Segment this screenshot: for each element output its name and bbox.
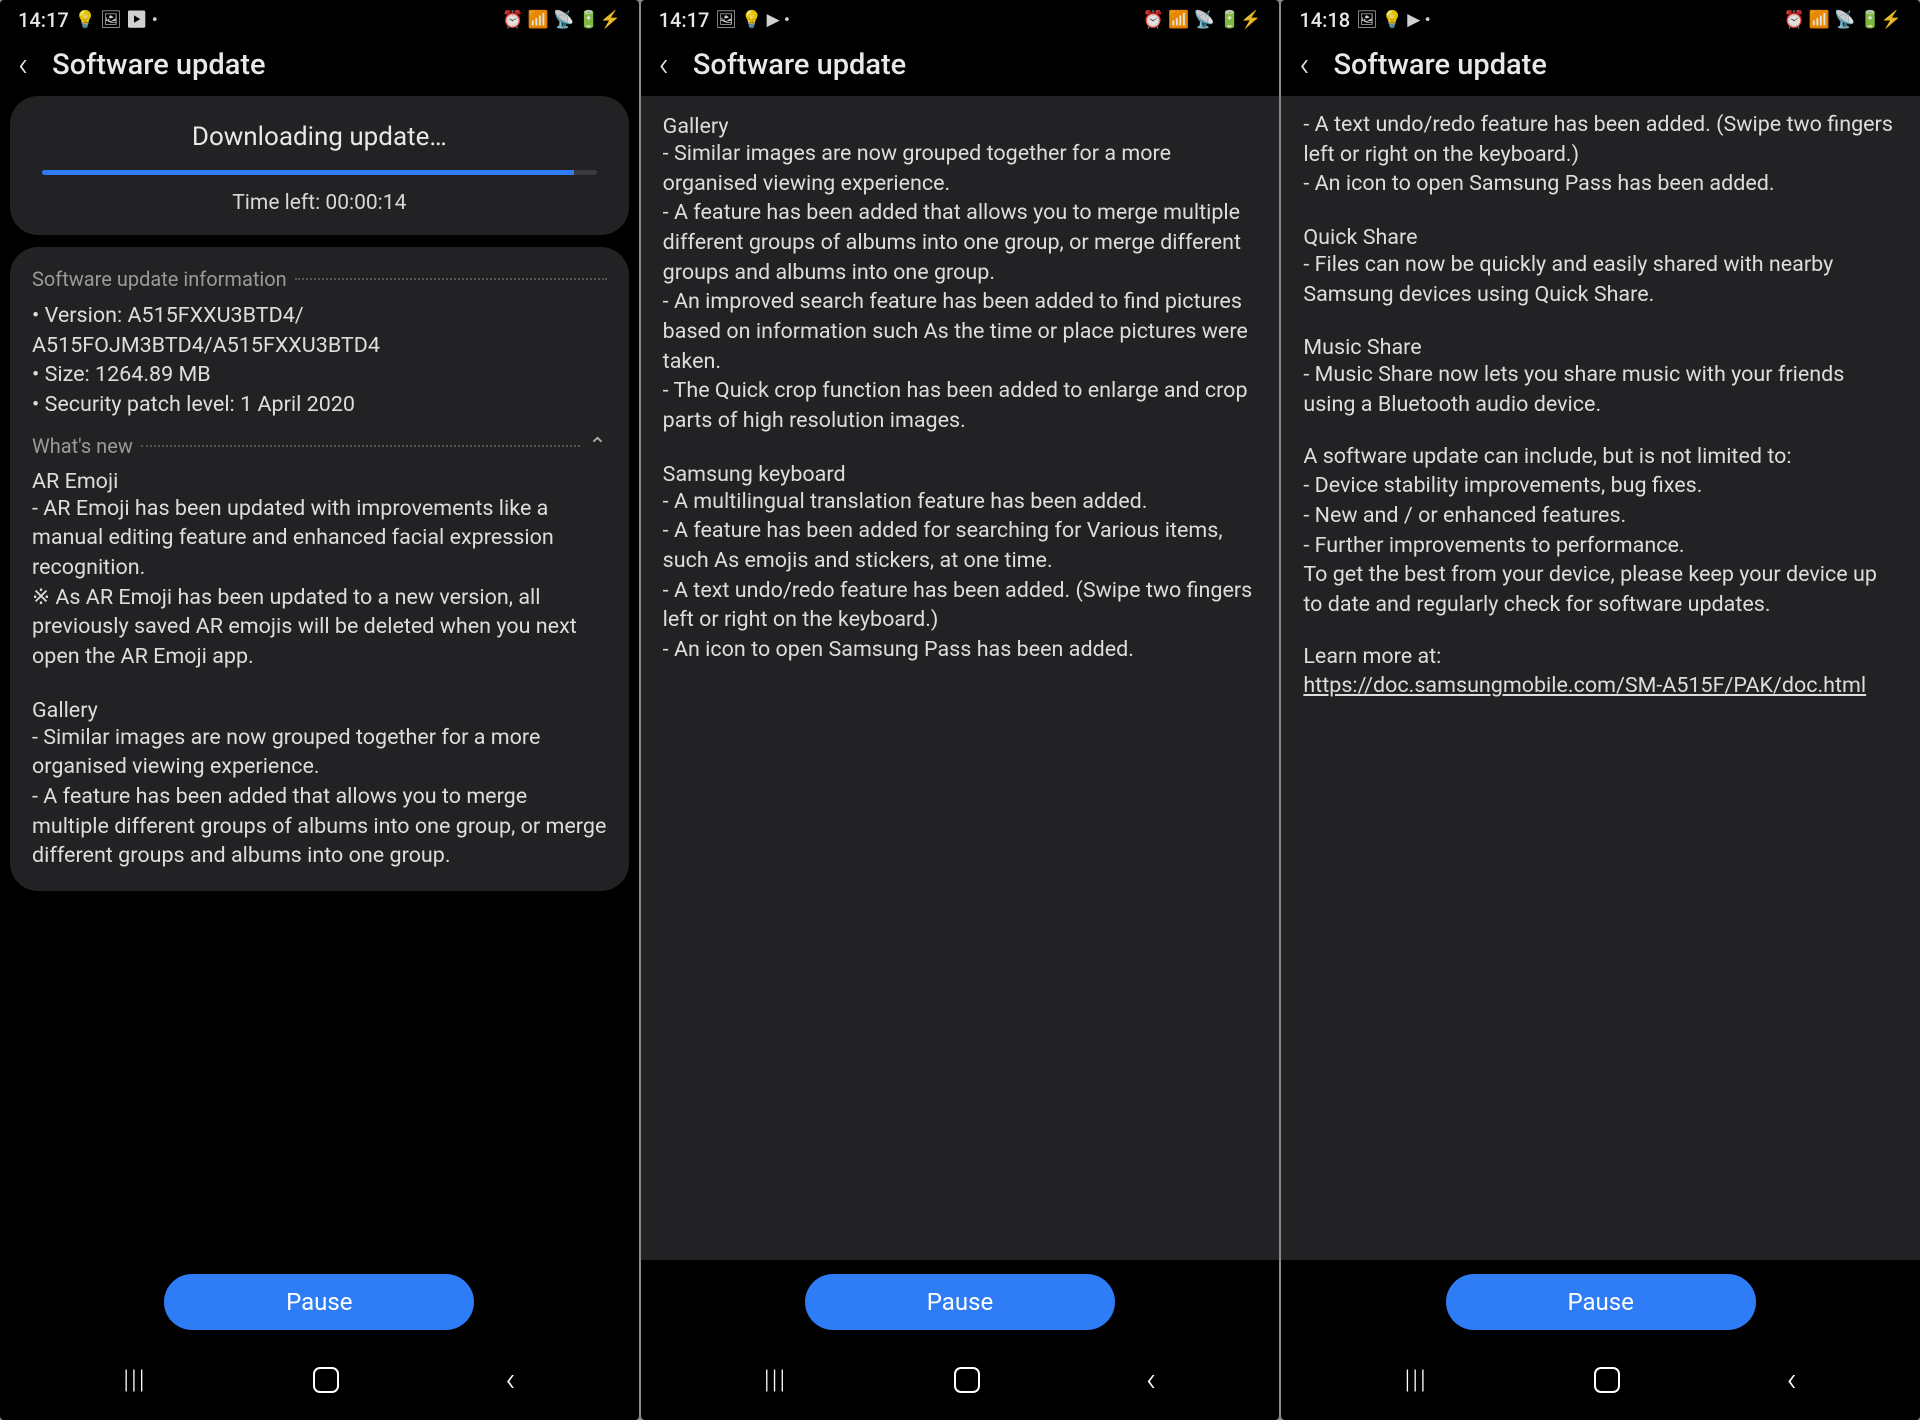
info-section-header: Software update information [32,267,607,291]
pause-button[interactable]: Pause [1446,1274,1756,1330]
status-left-icons: 🖼 💡 ▶ • [715,10,789,30]
section-body: - Similar images are now grouped togethe… [32,723,607,871]
phone-screen-1: 14:17 💡 🖼 ▶ • ⏰ 📶 📡 🔋⚡ ‹ Software update… [0,0,639,1420]
section-title: Samsung keyboard [663,462,1258,487]
status-time: 14:17 [18,8,69,32]
app-header: ‹ Software update [0,38,639,96]
section-title: Gallery [32,698,607,723]
download-status-title: Downloading update… [32,122,607,152]
recents-button[interactable]: ||| [1405,1365,1428,1395]
info-line: A515FOJM3BTD4/A515FXXU3BTD4 [32,331,607,361]
back-icon[interactable]: ‹ [1299,48,1309,82]
status-bar: 14:17 💡 🖼 ▶ • ⏰ 📶 📡 🔋⚡ [0,0,639,38]
phone-screen-2: 14:17 🖼 💡 ▶ • ⏰ 📶 📡 🔋⚡ ‹ Software update… [641,0,1280,1420]
status-left-icons: 💡 🖼 ▶ • [75,10,158,30]
section-title: AR Emoji [32,469,607,494]
nav-back-button[interactable]: ‹ [1146,1360,1156,1400]
section-body: - Music Share now lets you share music w… [1303,360,1898,419]
pause-button[interactable]: Pause [805,1274,1115,1330]
navigation-bar: ||| ‹ [0,1342,639,1420]
update-info-card: Software update information • Version: A… [10,247,629,891]
time-left-label: Time left: 00:00:14 [32,191,607,215]
home-button[interactable] [1594,1367,1620,1393]
status-right-icons: ⏰ 📶 📡 🔋⚡ [1784,10,1903,30]
changelog-card[interactable]: - A text undo/redo feature has been adde… [1281,96,1920,1260]
download-card: Downloading update… Time left: 00:00:14 [10,96,629,235]
status-bar: 14:17 🖼 💡 ▶ • ⏰ 📶 📡 🔋⚡ [641,0,1280,38]
info-line: • Version: A515FXXU3BTD4/ [32,301,607,331]
page-title: Software update [693,48,906,82]
back-icon[interactable]: ‹ [18,48,28,82]
status-left-icons: 🖼 💡 ▶ • [1356,10,1430,30]
section-body: - Files can now be quickly and easily sh… [1303,250,1898,309]
page-title: Software update [1333,48,1546,82]
section-body: - A multilingual translation feature has… [663,487,1258,665]
page-title: Software update [52,48,265,82]
app-header: ‹ Software update [641,38,1280,96]
status-right-icons: ⏰ 📶 📡 🔋⚡ [502,10,621,30]
pause-button[interactable]: Pause [164,1274,474,1330]
section-body: - AR Emoji has been updated with improve… [32,494,607,672]
nav-back-button[interactable]: ‹ [505,1360,515,1400]
section-title: Music Share [1303,335,1898,360]
progress-bar [42,170,597,175]
recents-button[interactable]: ||| [764,1365,787,1395]
section-body: - Similar images are now grouped togethe… [663,139,1258,436]
navigation-bar: ||| ‹ [641,1342,1280,1420]
back-icon[interactable]: ‹ [659,48,669,82]
phone-screen-3: 14:18 🖼 💡 ▶ • ⏰ 📶 📡 🔋⚡ ‹ Software update… [1281,0,1920,1420]
status-time: 14:18 [1299,8,1350,32]
app-header: ‹ Software update [1281,38,1920,96]
info-line: • Size: 1264.89 MB [32,360,607,390]
status-right-icons: ⏰ 📶 📡 🔋⚡ [1143,10,1262,30]
learn-more-label: Learn more at: [1303,642,1898,672]
info-line: • Security patch level: 1 April 2020 [32,390,607,420]
footer-body: A software update can include, but is no… [1303,442,1898,620]
learn-more-link[interactable]: https://doc.samsungmobile.com/SM-A515F/P… [1303,671,1898,701]
whatsnew-header[interactable]: What's new ⌃ [32,434,607,459]
home-button[interactable] [313,1367,339,1393]
navigation-bar: ||| ‹ [1281,1342,1920,1420]
status-time: 14:17 [659,8,710,32]
changelog-card[interactable]: Gallery - Similar images are now grouped… [641,96,1280,1260]
nav-back-button[interactable]: ‹ [1787,1360,1797,1400]
recents-button[interactable]: ||| [123,1365,146,1395]
section-title: Gallery [663,114,1258,139]
status-bar: 14:18 🖼 💡 ▶ • ⏰ 📶 📡 🔋⚡ [1281,0,1920,38]
home-button[interactable] [954,1367,980,1393]
section-title: Quick Share [1303,225,1898,250]
section-body: - A text undo/redo feature has been adde… [1303,110,1898,199]
chevron-up-icon[interactable]: ⌃ [588,434,606,459]
progress-fill [42,170,574,175]
